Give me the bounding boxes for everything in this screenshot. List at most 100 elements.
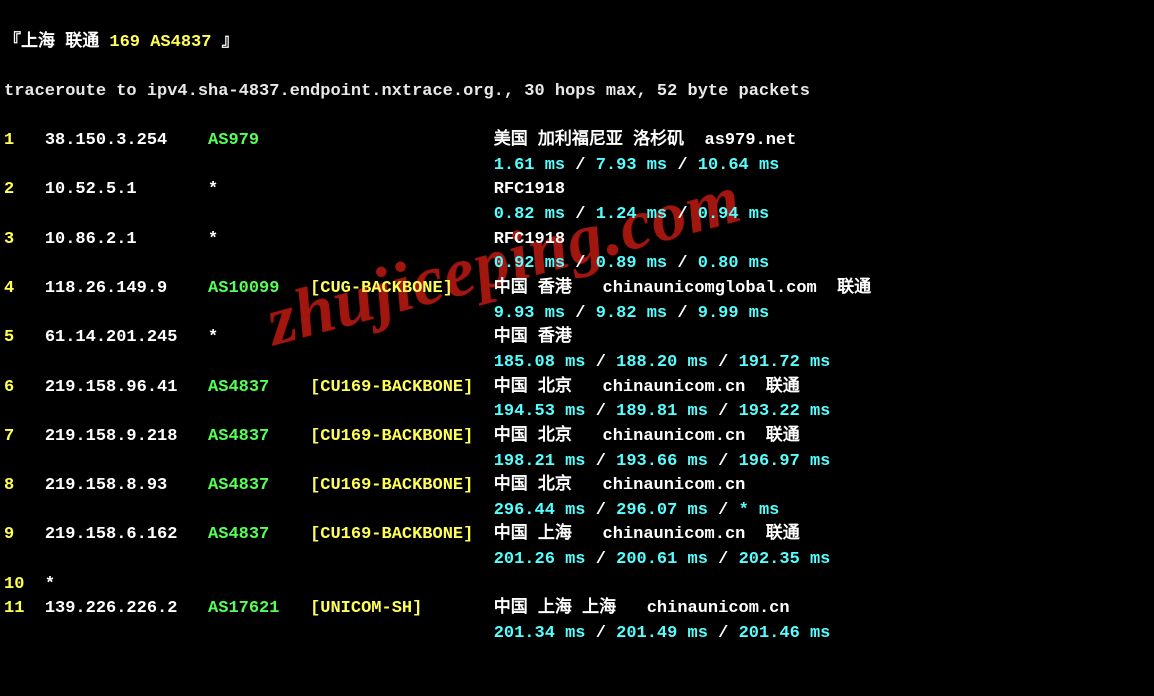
hop-asn: AS4837 xyxy=(208,427,310,446)
latency-sep: / xyxy=(708,402,739,421)
hop-location: 中国 香港 chinaunicomglobal.com 联通 xyxy=(494,279,871,298)
hop-asn: AS4837 xyxy=(208,378,310,397)
hop-ip: * xyxy=(45,575,208,594)
latency-3: 0.80 ms xyxy=(698,254,769,273)
latency-1: 194.53 ms xyxy=(494,402,586,421)
hop-asn: AS10099 xyxy=(208,279,310,298)
hop-location: RFC1918 xyxy=(494,180,565,199)
hop-line: 8 219.158.8.93 AS4837 [CU169-BACKBONE] 中… xyxy=(4,474,1150,499)
hop-location: 中国 北京 chinaunicom.cn xyxy=(494,476,746,495)
bracket-close: 』 xyxy=(222,33,239,52)
hop-asn: * xyxy=(208,328,310,347)
latency-2: 200.61 ms xyxy=(616,550,708,569)
hop-number: 4 xyxy=(4,279,45,298)
latency-1: 185.08 ms xyxy=(494,353,586,372)
hop-backbone: [UNICOM-SH] xyxy=(310,599,494,618)
latency-sep: / xyxy=(586,402,617,421)
hop-number: 11 xyxy=(4,599,45,618)
latency-2: 1.24 ms xyxy=(596,205,667,224)
hops-container: 1 38.150.3.254 AS979 美国 加利福尼亚 洛杉矶 as979.… xyxy=(4,129,1150,646)
latency-sep: / xyxy=(667,254,698,273)
latency-sep: / xyxy=(586,353,617,372)
hop-line: 2 10.52.5.1 * RFC1918 xyxy=(4,178,1150,203)
hop-latency-line: 0.82 ms / 1.24 ms / 0.94 ms xyxy=(4,203,1150,228)
latency-sep: / xyxy=(667,156,698,175)
hop-backbone: [CU169-BACKBONE] xyxy=(310,476,494,495)
latency-1: 296.44 ms xyxy=(494,501,586,520)
hop-asn: AS4837 xyxy=(208,525,310,544)
header-line: 『上海 联通 169 AS4837 』 xyxy=(4,31,1150,56)
latency-sep: / xyxy=(586,452,617,471)
latency-2: 0.89 ms xyxy=(596,254,667,273)
latency-2: 9.82 ms xyxy=(596,304,667,323)
hop-ip: 10.52.5.1 xyxy=(45,180,208,199)
hop-line: 11 139.226.226.2 AS17621 [UNICOM-SH] 中国 … xyxy=(4,597,1150,622)
hop-number: 2 xyxy=(4,180,45,199)
latency-sep: / xyxy=(708,353,739,372)
latency-1: 1.61 ms xyxy=(494,156,565,175)
latency-sep: / xyxy=(586,624,617,643)
latency-2: 193.66 ms xyxy=(616,452,708,471)
hop-location: 中国 上海 chinaunicom.cn 联通 xyxy=(494,525,800,544)
hop-number: 1 xyxy=(4,131,45,150)
hop-asn: AS979 xyxy=(208,131,310,150)
hop-location: RFC1918 xyxy=(494,230,565,249)
hop-backbone: [CU169-BACKBONE] xyxy=(310,427,494,446)
hop-line: 7 219.158.9.218 AS4837 [CU169-BACKBONE] … xyxy=(4,425,1150,450)
latency-sep: / xyxy=(667,304,698,323)
latency-3: 193.22 ms xyxy=(739,402,831,421)
hop-latency-line: 201.26 ms / 200.61 ms / 202.35 ms xyxy=(4,548,1150,573)
hop-line: 3 10.86.2.1 * RFC1918 xyxy=(4,228,1150,253)
latency-2: 189.81 ms xyxy=(616,402,708,421)
latency-3: 196.97 ms xyxy=(739,452,831,471)
hop-location: 中国 香港 xyxy=(494,328,572,347)
latency-3: * ms xyxy=(739,501,780,520)
latency-sep: / xyxy=(565,254,596,273)
latency-sep: / xyxy=(565,304,596,323)
hop-number: 3 xyxy=(4,230,45,249)
hop-latency-line: 185.08 ms / 188.20 ms / 191.72 ms xyxy=(4,351,1150,376)
hop-line: 1 38.150.3.254 AS979 美国 加利福尼亚 洛杉矶 as979.… xyxy=(4,129,1150,154)
hop-number: 8 xyxy=(4,476,45,495)
hop-backbone: [CU169-BACKBONE] xyxy=(310,378,494,397)
hop-latency-line: 194.53 ms / 189.81 ms / 193.22 ms xyxy=(4,400,1150,425)
hop-backbone: [CUG-BACKBONE] xyxy=(310,279,494,298)
hop-number: 9 xyxy=(4,525,45,544)
latency-3: 202.35 ms xyxy=(739,550,831,569)
latency-2: 7.93 ms xyxy=(596,156,667,175)
latency-sep: / xyxy=(565,156,596,175)
hop-location: 中国 北京 chinaunicom.cn 联通 xyxy=(494,427,800,446)
latency-sep: / xyxy=(708,501,739,520)
intro-line: traceroute to ipv4.sha-4837.endpoint.nxt… xyxy=(4,80,1150,105)
hop-ip: 139.226.226.2 xyxy=(45,599,208,618)
hop-ip: 38.150.3.254 xyxy=(45,131,208,150)
latency-2: 201.49 ms xyxy=(616,624,708,643)
hop-ip: 219.158.8.93 xyxy=(45,476,208,495)
hop-ip: 219.158.6.162 xyxy=(45,525,208,544)
latency-1: 198.21 ms xyxy=(494,452,586,471)
hop-number: 7 xyxy=(4,427,45,446)
header-title-1: 上海 联通 xyxy=(21,33,109,52)
latency-1: 201.26 ms xyxy=(494,550,586,569)
latency-1: 0.82 ms xyxy=(494,205,565,224)
hop-line: 9 219.158.6.162 AS4837 [CU169-BACKBONE] … xyxy=(4,523,1150,548)
latency-3: 191.72 ms xyxy=(739,353,831,372)
hop-asn: AS4837 xyxy=(208,476,310,495)
latency-2: 296.07 ms xyxy=(616,501,708,520)
hop-latency-line: 1.61 ms / 7.93 ms / 10.64 ms xyxy=(4,154,1150,179)
hop-latency-line: 198.21 ms / 193.66 ms / 196.97 ms xyxy=(4,450,1150,475)
hop-asn: AS17621 xyxy=(208,599,310,618)
latency-sep: / xyxy=(667,205,698,224)
hop-location: 美国 加利福尼亚 洛杉矶 as979.net xyxy=(494,131,797,150)
hop-line: 4 118.26.149.9 AS10099 [CUG-BACKBONE] 中国… xyxy=(4,277,1150,302)
hop-ip: 219.158.9.218 xyxy=(45,427,208,446)
hop-ip: 118.26.149.9 xyxy=(45,279,208,298)
latency-1: 0.92 ms xyxy=(494,254,565,273)
hop-ip: 219.158.96.41 xyxy=(45,378,208,397)
latency-sep: / xyxy=(586,550,617,569)
bracket-open: 『 xyxy=(4,33,21,52)
hop-location: 中国 北京 chinaunicom.cn 联通 xyxy=(494,378,800,397)
hop-number: 6 xyxy=(4,378,45,397)
hop-asn: * xyxy=(208,230,310,249)
latency-1: 9.93 ms xyxy=(494,304,565,323)
